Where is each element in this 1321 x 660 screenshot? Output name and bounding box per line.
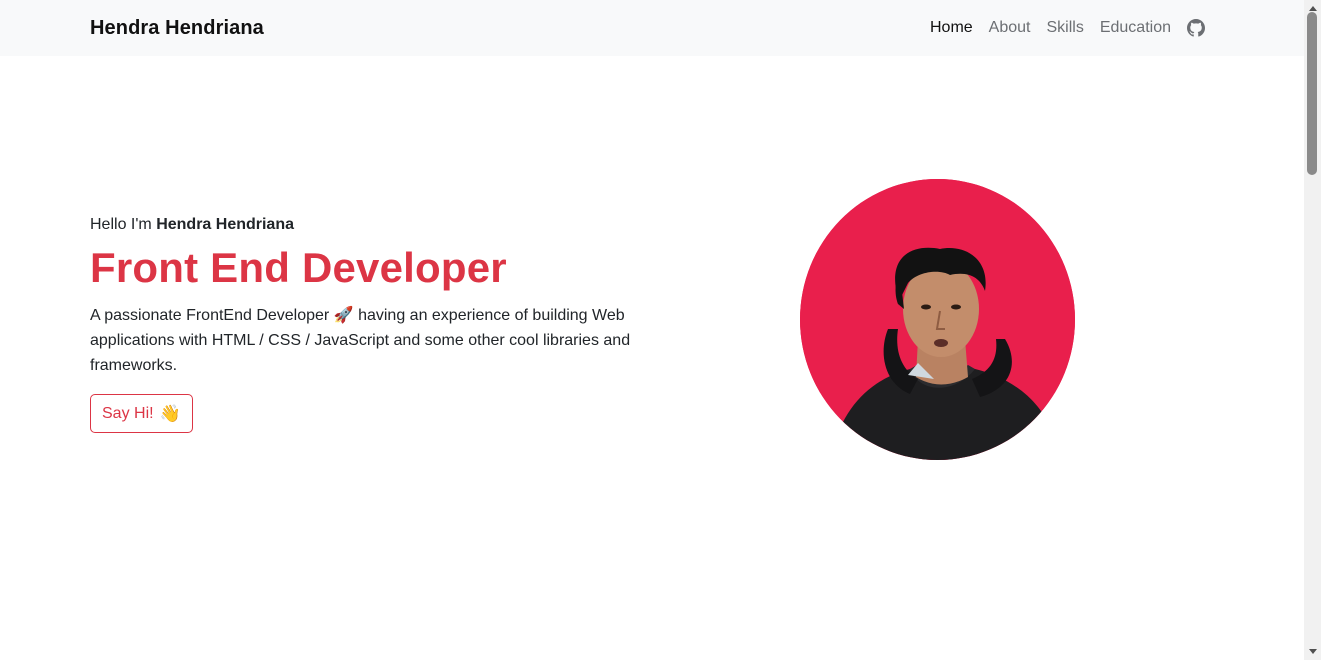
say-hi-label: Say Hi! bbox=[102, 404, 154, 422]
hero-headline: Front End Developer bbox=[90, 244, 507, 291]
hero-intro: Hello I'm Hendra Hendriana Front End Dev… bbox=[90, 213, 650, 433]
waving-hand-icon: 👋 bbox=[159, 403, 181, 423]
desc-part-1: A passionate FrontEnd Developer bbox=[90, 307, 334, 324]
nav-links: Home About Skills Education bbox=[922, 19, 1205, 37]
github-icon[interactable] bbox=[1187, 19, 1205, 37]
hero-description: A passionate FrontEnd Developer 🚀 having… bbox=[90, 303, 635, 378]
nav-link-about[interactable]: About bbox=[981, 19, 1039, 37]
nav-link-skills[interactable]: Skills bbox=[1038, 19, 1091, 37]
viewport: Hendra Hendriana Home About Skills Educa… bbox=[0, 0, 1304, 658]
page: Hendra Hendriana Home About Skills Educa… bbox=[0, 0, 1321, 660]
greeting-name: Hendra Hendriana bbox=[156, 216, 294, 233]
nav-link-home[interactable]: Home bbox=[922, 19, 981, 37]
greeting-prefix: Hello I'm bbox=[90, 216, 157, 233]
say-hi-button[interactable]: Say Hi! 👋 bbox=[90, 394, 193, 433]
navbar-brand[interactable]: Hendra Hendriana bbox=[90, 17, 264, 40]
greeting: Hello I'm Hendra Hendriana bbox=[90, 213, 650, 237]
vertical-scrollbar[interactable] bbox=[1304, 0, 1321, 660]
navbar: Hendra Hendriana Home About Skills Educa… bbox=[0, 0, 1304, 56]
profile-photo bbox=[800, 179, 1075, 460]
scroll-down-arrow-icon[interactable] bbox=[1304, 643, 1321, 660]
rocket-icon: 🚀 bbox=[333, 307, 354, 324]
nav-link-education[interactable]: Education bbox=[1092, 19, 1179, 37]
scrollbar-thumb[interactable] bbox=[1307, 12, 1317, 175]
